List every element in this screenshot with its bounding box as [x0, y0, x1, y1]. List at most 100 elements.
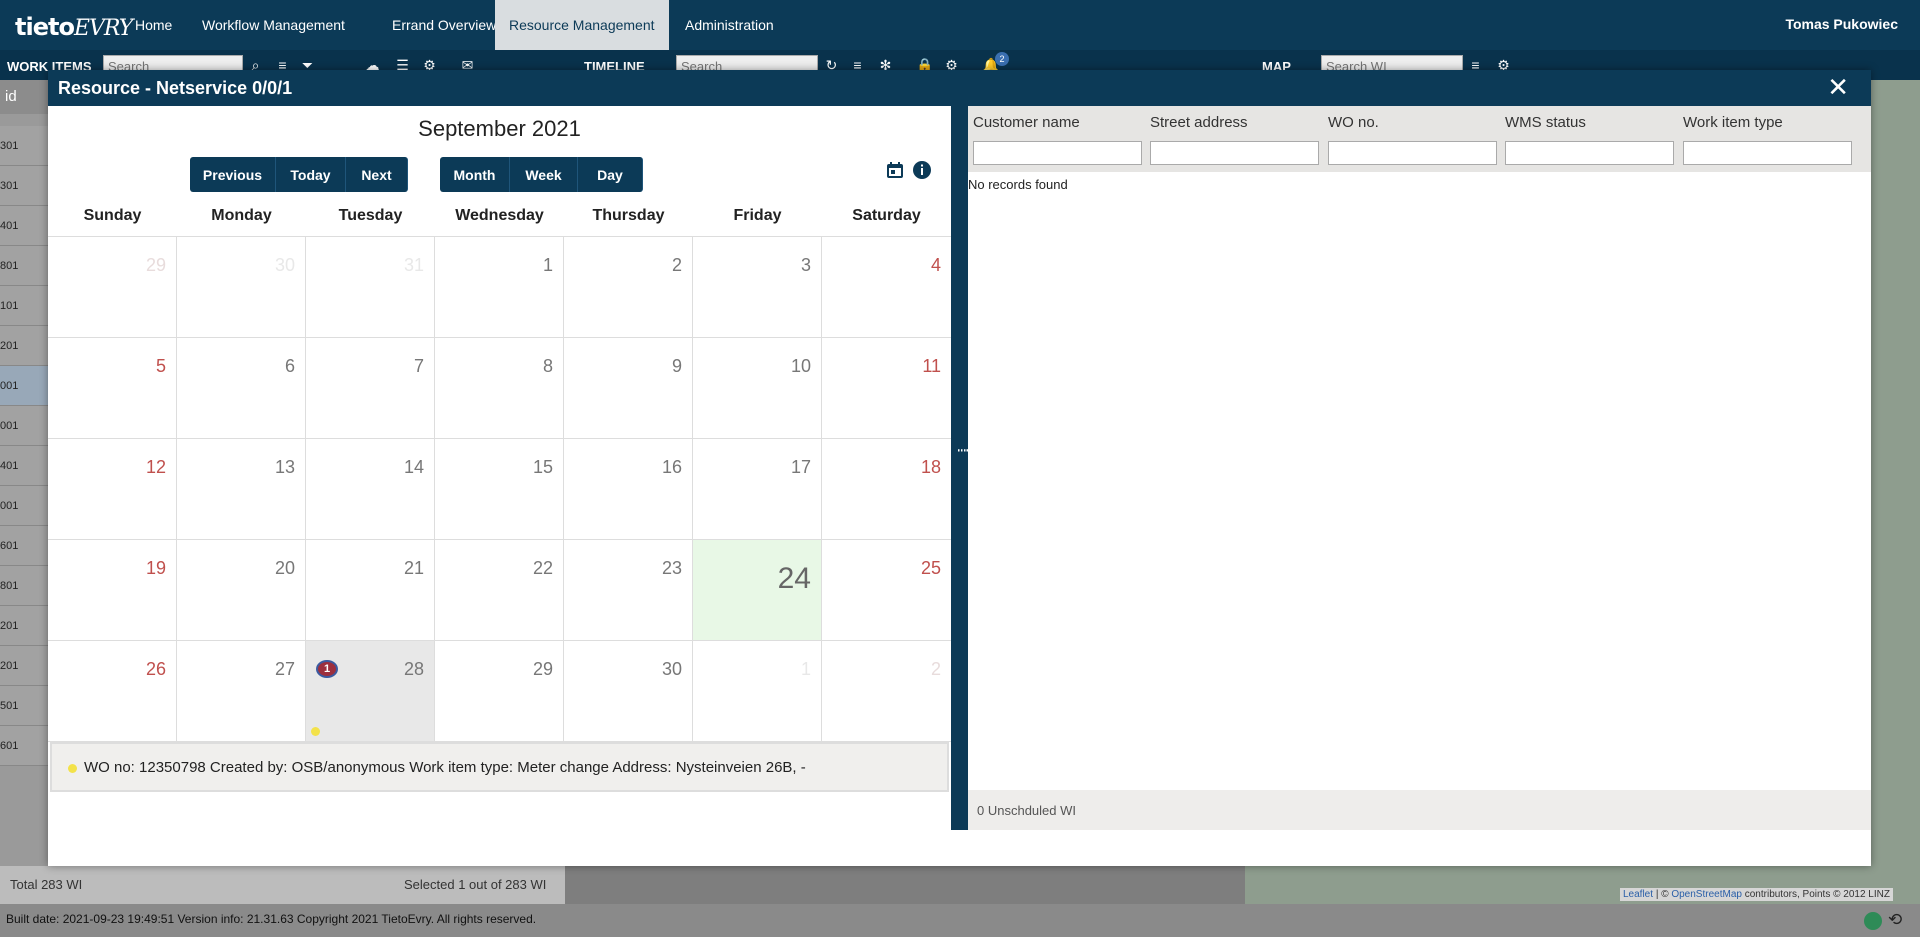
status-footer: Built date: 2021-09-23 19:49:51 Version … — [0, 904, 1920, 937]
table-row[interactable]: 801 — [0, 566, 48, 606]
day-cell[interactable]: 2 — [822, 641, 951, 742]
info-icon[interactable] — [912, 160, 932, 180]
table-row[interactable]: 001 — [0, 406, 48, 446]
next-button[interactable]: Next — [346, 157, 408, 192]
day-number: 13 — [274, 457, 295, 477]
day-cell[interactable]: 29 — [48, 237, 177, 338]
day-cell[interactable]: 31 — [306, 237, 435, 338]
day-cell[interactable]: 1 — [693, 641, 822, 742]
day-number: 12 — [145, 457, 166, 477]
table-row[interactable]: 601 — [0, 726, 48, 766]
col-wo-no[interactable]: WO no. — [1328, 114, 1379, 131]
table-row[interactable]: 801 — [0, 246, 48, 286]
day-cell[interactable]: 26 — [48, 641, 177, 742]
day-number: 2 — [930, 659, 941, 679]
day-cell[interactable]: 17 — [693, 439, 822, 540]
filter-wo-no[interactable] — [1328, 141, 1497, 165]
day-cell[interactable]: 5 — [48, 338, 177, 439]
table-row[interactable]: 301 — [0, 126, 48, 166]
filter-street-address[interactable] — [1150, 141, 1319, 165]
table-row[interactable]: 001 — [0, 486, 48, 526]
nav-home[interactable]: Home — [121, 0, 186, 50]
table-row[interactable]: 001 — [0, 366, 48, 406]
day-cell[interactable]: 11 — [822, 338, 951, 439]
week-view-button[interactable]: Week — [510, 157, 578, 192]
event-count-badge[interactable]: 1 — [316, 660, 338, 678]
panel-splitter[interactable]: ⁞⁞ — [951, 106, 971, 830]
id-column-header[interactable]: id — [0, 80, 48, 114]
notification-badge: 2 — [995, 52, 1009, 66]
day-number: 20 — [274, 558, 295, 578]
day-cell[interactable]: 10 — [693, 338, 822, 439]
day-number: 27 — [274, 659, 295, 679]
table-row[interactable]: 201 — [0, 646, 48, 686]
day-cell[interactable]: 13 — [177, 439, 306, 540]
day-cell[interactable]: 1 — [435, 237, 564, 338]
day-cell[interactable]: 15 — [435, 439, 564, 540]
calendar-icon[interactable] — [885, 160, 905, 180]
table-row[interactable]: 401 — [0, 446, 48, 486]
month-view-button[interactable]: Month — [440, 157, 510, 192]
event-marker-icon[interactable] — [311, 727, 320, 736]
tietoevry-logo[interactable]: tietoEVRY — [15, 13, 133, 41]
day-cell[interactable]: 16 — [564, 439, 693, 540]
day-cell[interactable]: 2 — [564, 237, 693, 338]
day-cell[interactable]: 23 — [564, 540, 693, 641]
day-cell[interactable]: 20 — [177, 540, 306, 641]
close-icon[interactable]: ✕ — [1827, 72, 1849, 103]
history-icon[interactable]: ⟲ — [1888, 910, 1908, 930]
day-cell[interactable]: 25 — [822, 540, 951, 641]
nav-resource-management[interactable]: Resource Management — [495, 0, 669, 50]
day-cell[interactable]: 14 — [306, 439, 435, 540]
day-number: 3 — [800, 255, 811, 275]
col-customer-name[interactable]: Customer name — [973, 114, 1080, 131]
day-cell[interactable]: 9 — [564, 338, 693, 439]
day-cell[interactable]: 12 — [48, 439, 177, 540]
filter-work-item-type[interactable] — [1683, 141, 1852, 165]
col-wms-status[interactable]: WMS status — [1505, 114, 1586, 131]
day-cell[interactable]: 4 — [822, 237, 951, 338]
day-cell[interactable]: 27 — [177, 641, 306, 742]
day-cell[interactable]: 3 — [693, 237, 822, 338]
modal-title: Resource - Netservice 0/0/1 — [58, 78, 293, 98]
day-cell[interactable]: 22 — [435, 540, 564, 641]
total-count: Total 283 WI — [10, 877, 83, 892]
day-number: 16 — [661, 457, 682, 477]
openstreetmap-link[interactable]: OpenStreetMap — [1671, 889, 1742, 900]
nav-errand-overview[interactable]: Errand Overview — [378, 0, 510, 50]
col-work-item-type[interactable]: Work item type — [1683, 114, 1783, 131]
day-cell[interactable]: 30 — [564, 641, 693, 742]
day-cell[interactable]: 24 — [693, 540, 822, 641]
day-number: 2 — [671, 255, 682, 275]
day-cell[interactable]: 30 — [177, 237, 306, 338]
day-cell[interactable]: 7 — [306, 338, 435, 439]
day-number: 26 — [145, 659, 166, 679]
user-name[interactable]: Tomas Pukowiec — [1785, 16, 1898, 32]
table-row[interactable]: 601 — [0, 526, 48, 566]
month-title: September 2021 — [418, 116, 581, 141]
day-cell[interactable]: 18 — [822, 439, 951, 540]
filter-customer-name[interactable] — [973, 141, 1142, 165]
leaflet-link[interactable]: Leaflet — [1623, 889, 1653, 900]
day-cell[interactable]: 19 — [48, 540, 177, 641]
previous-button[interactable]: Previous — [190, 157, 276, 192]
col-street-address[interactable]: Street address — [1150, 114, 1248, 131]
nav-workflow-management[interactable]: Workflow Management — [188, 0, 359, 50]
table-row[interactable]: 301 — [0, 166, 48, 206]
table-row[interactable]: 201 — [0, 326, 48, 366]
nav-administration[interactable]: Administration — [671, 0, 788, 50]
day-cell[interactable]: 6 — [177, 338, 306, 439]
day-view-button[interactable]: Day — [578, 157, 643, 192]
table-row[interactable]: 101 — [0, 286, 48, 326]
table-row[interactable]: 201 — [0, 606, 48, 646]
table-row[interactable]: 501 — [0, 686, 48, 726]
filter-wms-status[interactable] — [1505, 141, 1674, 165]
day-number: 9 — [671, 356, 682, 376]
day-cell[interactable]: 21 — [306, 540, 435, 641]
day-cell[interactable]: 29 — [435, 641, 564, 742]
day-cell[interactable]: 28 1 — [306, 641, 435, 742]
event-info-bar[interactable]: WO no: 12350798 Created by: OSB/anonymou… — [50, 742, 949, 792]
day-cell[interactable]: 8 — [435, 338, 564, 439]
today-button[interactable]: Today — [276, 157, 346, 192]
table-row[interactable]: 401 — [0, 206, 48, 246]
